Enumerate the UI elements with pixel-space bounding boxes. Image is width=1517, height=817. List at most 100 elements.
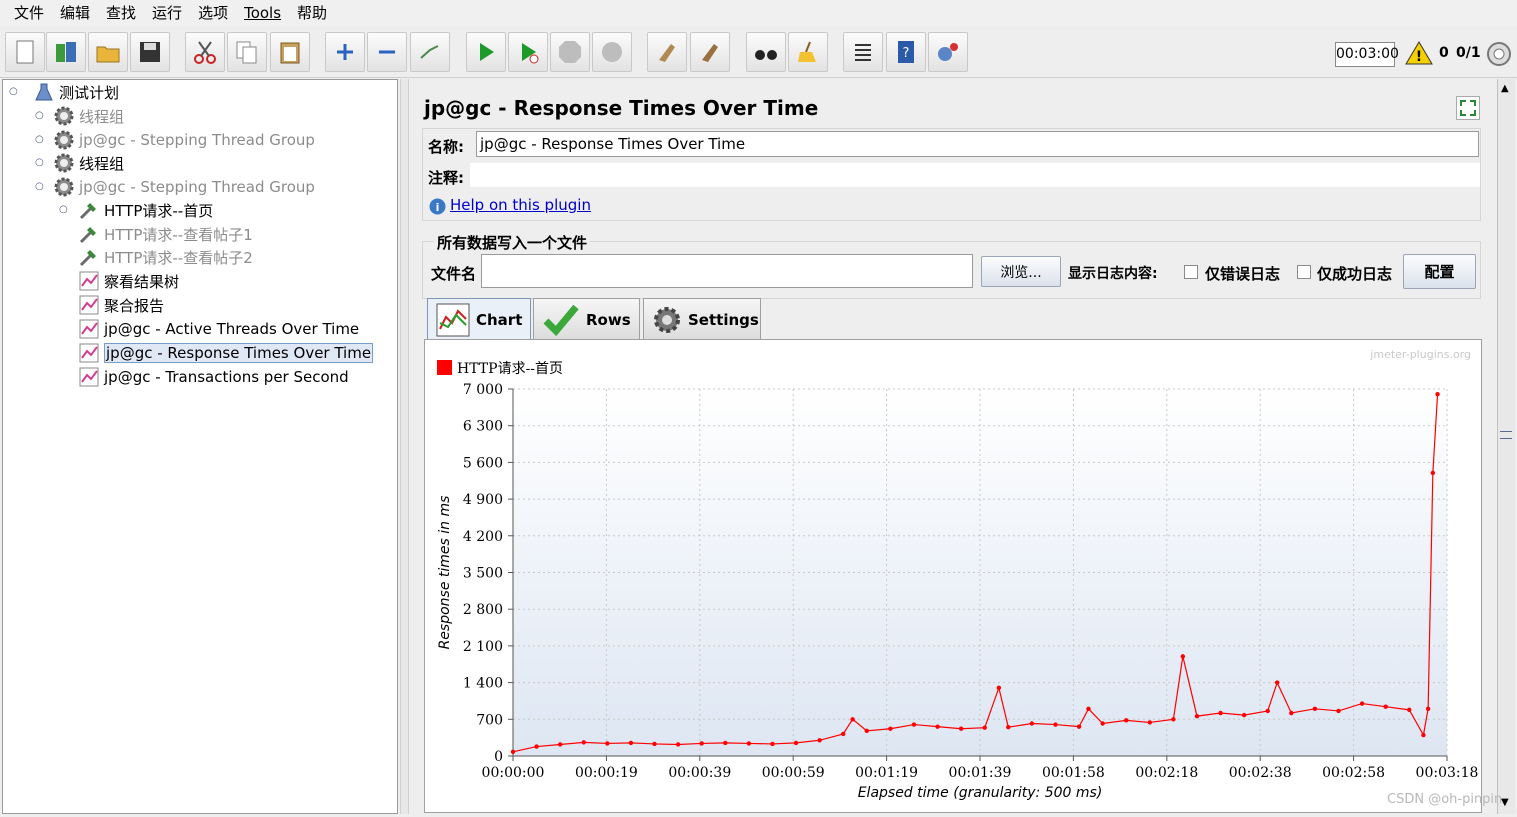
watermark: CSDN @oh-pinpin bbox=[1387, 792, 1503, 807]
remote-icon bbox=[938, 43, 958, 61]
filename-label: 文件名 bbox=[431, 265, 477, 283]
templates-button[interactable] bbox=[46, 32, 86, 72]
tree-node-label: 察看结果树 bbox=[104, 272, 180, 291]
tree-node[interactable]: HTTP请求--查看帖子2 bbox=[78, 246, 253, 268]
stop-button[interactable] bbox=[550, 32, 590, 72]
tree-node[interactable]: jp@gc - Stepping Thread Group bbox=[53, 176, 315, 198]
copy-icon bbox=[236, 41, 257, 64]
x-tick-label: 00:00:59 bbox=[762, 765, 825, 781]
shutdown-icon bbox=[602, 42, 622, 62]
menu-edit[interactable]: 编辑 bbox=[52, 0, 98, 26]
reset-search-button[interactable] bbox=[788, 32, 828, 72]
tree-expander-icon[interactable]: ○ bbox=[35, 182, 45, 192]
copy-button[interactable] bbox=[227, 32, 267, 72]
tree-expander-icon[interactable]: ○ bbox=[35, 135, 45, 145]
menu-tools[interactable]: Tools bbox=[236, 0, 289, 26]
x-tick-label: 00:01:19 bbox=[855, 765, 918, 781]
clear-button[interactable] bbox=[647, 32, 687, 72]
play-no-pause-icon bbox=[522, 43, 539, 64]
svg-text:i: i bbox=[436, 201, 440, 214]
toggle-button[interactable] bbox=[410, 32, 450, 72]
tab-chart[interactable]: Chart bbox=[427, 298, 531, 340]
save-icon bbox=[140, 42, 160, 62]
configure-button[interactable]: 配置 bbox=[1403, 254, 1476, 289]
menu-run[interactable]: 运行 bbox=[144, 0, 190, 26]
splitter[interactable] bbox=[400, 79, 409, 814]
tree-node[interactable]: jp@gc - Response Times Over Time bbox=[78, 342, 374, 364]
warning-icon[interactable]: ! bbox=[1405, 40, 1433, 70]
start-no-pauses-button[interactable] bbox=[508, 32, 548, 72]
success-only-checkbox[interactable] bbox=[1297, 265, 1311, 279]
tab-rows[interactable]: Rows bbox=[533, 298, 640, 340]
log-content-label: 显示日志内容: bbox=[1068, 266, 1158, 282]
info-icon: i bbox=[429, 198, 446, 219]
toolbar: ? 00:03:00 ! 0 0/1 bbox=[0, 28, 1517, 78]
vertical-scrollbar[interactable]: ▲ ▼ bbox=[1497, 79, 1515, 814]
tree-expander-icon[interactable]: ○ bbox=[35, 111, 45, 121]
list-icon bbox=[855, 44, 871, 61]
gear-icon bbox=[53, 176, 75, 198]
paste-button[interactable] bbox=[270, 32, 310, 72]
expand-all-button[interactable] bbox=[325, 32, 365, 72]
data-point bbox=[1147, 720, 1153, 725]
tree-node[interactable]: 聚合报告 bbox=[78, 294, 164, 316]
tree-node[interactable]: jp@gc - Transactions per Second bbox=[78, 366, 349, 388]
scroll-grip[interactable] bbox=[1500, 431, 1512, 439]
tree-node[interactable]: jp@gc - Active Threads Over Time bbox=[78, 318, 359, 340]
filename-input[interactable] bbox=[481, 254, 973, 288]
tree-expander-icon[interactable]: ○ bbox=[35, 158, 45, 168]
stop-icon bbox=[559, 41, 581, 63]
tree-node[interactable]: HTTP请求--首页 bbox=[78, 199, 213, 221]
data-point bbox=[958, 726, 964, 731]
graph-icon bbox=[78, 366, 100, 388]
new-button[interactable] bbox=[5, 32, 45, 72]
tree-expander-icon[interactable]: ○ bbox=[59, 205, 69, 215]
data-point bbox=[652, 741, 657, 747]
menu-search[interactable]: 查找 bbox=[98, 0, 144, 26]
tree-node[interactable]: 线程组 bbox=[53, 152, 124, 174]
tree-node[interactable]: 察看结果树 bbox=[78, 270, 179, 292]
tree-node-label: 线程组 bbox=[79, 154, 125, 173]
data-point bbox=[1100, 721, 1105, 726]
y-tick-label: 3 500 bbox=[463, 566, 503, 582]
tab-settings[interactable]: Settings bbox=[643, 298, 761, 340]
gear-icon bbox=[53, 105, 75, 127]
shutdown-button[interactable] bbox=[592, 32, 632, 72]
open-button[interactable] bbox=[88, 32, 128, 72]
save-button[interactable] bbox=[130, 32, 170, 72]
scissors-icon bbox=[194, 41, 216, 64]
x-tick-label: 00:02:18 bbox=[1135, 765, 1198, 781]
browse-button[interactable]: 浏览... bbox=[981, 256, 1061, 287]
tree-node-label: jp@gc - Response Times Over Time bbox=[104, 343, 374, 363]
tree-node[interactable]: 线程组 bbox=[53, 105, 124, 127]
menu-help[interactable]: 帮助 bbox=[289, 0, 335, 26]
data-point bbox=[1407, 707, 1412, 713]
menu-options[interactable]: 选项 bbox=[190, 0, 236, 26]
function-helper-button[interactable] bbox=[843, 32, 883, 72]
new-file-icon bbox=[16, 40, 34, 64]
collapse-all-button[interactable] bbox=[367, 32, 407, 72]
start-button[interactable] bbox=[466, 32, 506, 72]
toggle-icon bbox=[420, 45, 439, 59]
data-point bbox=[1241, 712, 1247, 718]
x-axis-label: Elapsed time (granularity: 500 ms) bbox=[858, 785, 1103, 801]
errors-only-checkbox[interactable] bbox=[1184, 265, 1198, 279]
name-field[interactable]: jp@gc - Response Times Over Time bbox=[476, 131, 1479, 157]
search-button[interactable] bbox=[746, 32, 786, 72]
tree-node[interactable]: 测试计划 bbox=[33, 81, 119, 103]
tree-node[interactable]: jp@gc - Stepping Thread Group bbox=[53, 129, 315, 151]
maximize-button[interactable] bbox=[1456, 96, 1480, 120]
help-plugin-link[interactable]: Help on this plugin bbox=[450, 196, 591, 214]
remote-button[interactable] bbox=[928, 32, 968, 72]
help-button[interactable]: ? bbox=[886, 32, 926, 72]
tree-node-label: HTTP请求--查看帖子1 bbox=[104, 225, 253, 244]
tree-expander-icon[interactable]: ○ bbox=[9, 87, 19, 97]
menu-file[interactable]: 文件 bbox=[6, 0, 52, 26]
comment-field[interactable] bbox=[470, 163, 1480, 187]
cut-button[interactable] bbox=[185, 32, 225, 72]
tree-node[interactable]: HTTP请求--查看帖子1 bbox=[78, 223, 253, 245]
legend-label: HTTP请求--首页 bbox=[457, 361, 563, 377]
scroll-up-icon[interactable]: ▲ bbox=[1501, 83, 1509, 94]
pipette-icon bbox=[78, 246, 100, 268]
clear-all-button[interactable] bbox=[690, 32, 730, 72]
